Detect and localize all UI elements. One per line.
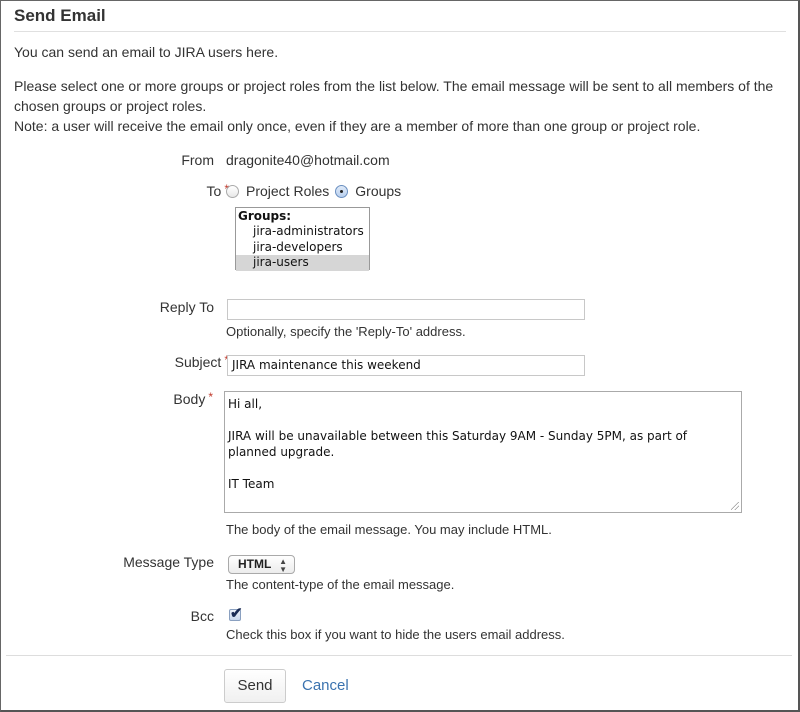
intro-text: You can send an email to JIRA users here… [14,44,279,60]
page-title: Send Email [14,6,106,25]
group-option-jira-developers[interactable]: jira-developers [236,240,369,256]
actions-divider [6,655,792,656]
group-option-jira-users[interactable]: jira-users [236,255,369,271]
cancel-link[interactable]: Cancel [302,677,349,694]
project-roles-radio[interactable] [226,184,239,198]
subject-input[interactable]: JIRA maintenance this weekend [227,355,585,376]
resize-handle-icon[interactable] [731,502,739,510]
recipient-type-radios: Project Roles Groups [226,183,407,199]
checkmark-icon: ✔ [230,605,243,622]
message-type-value: HTML [238,557,272,571]
from-label: From [181,152,214,168]
groups-listbox[interactable]: Groups: jira-administrators jira-develop… [235,207,370,271]
group-option-jira-administrators[interactable]: jira-administrators [236,224,369,240]
project-roles-label[interactable]: Project Roles [246,183,329,199]
reply-to-input[interactable] [227,299,585,320]
instructions-text: Please select one or more groups or proj… [14,76,789,136]
body-label: Body * [173,390,213,407]
subject-label: Subject* [174,353,229,370]
reply-to-label: Reply To [159,299,214,315]
required-marker: * [208,390,213,404]
groups-label[interactable]: Groups [355,183,401,199]
to-label-text: To [206,183,222,199]
listbox-group-header: Groups: [238,209,292,223]
instructions: Please select one or more groups or proj… [14,78,774,114]
body-text[interactable]: Hi all, JIRA will be unavailable between… [228,397,691,491]
bcc-label: Bcc [190,608,214,624]
message-type-select[interactable]: HTML ▲ ▼ [228,555,295,574]
groups-radio[interactable] [335,184,349,198]
bcc-help: Check this box if you want to hide the u… [226,627,565,642]
select-arrows-icon: ▲ ▼ [279,557,287,574]
from-value: dragonite40@hotmail.com [226,152,390,168]
send-button[interactable]: Send [224,669,286,703]
body-help: The body of the email message. You may i… [226,522,552,537]
message-type-help: The content-type of the email message. [226,577,455,592]
message-type-label: Message Type [123,554,214,570]
reply-to-help: Optionally, specify the 'Reply-To' addre… [226,324,466,339]
bcc-checkbox[interactable]: ✔ [229,605,243,622]
note: Note: a user will receive the email only… [14,118,701,134]
title-divider [14,31,786,32]
subject-label-text: Subject [174,354,222,370]
body-textarea[interactable]: Hi all, JIRA will be unavailable between… [224,391,742,513]
body-label-text: Body [173,391,206,407]
